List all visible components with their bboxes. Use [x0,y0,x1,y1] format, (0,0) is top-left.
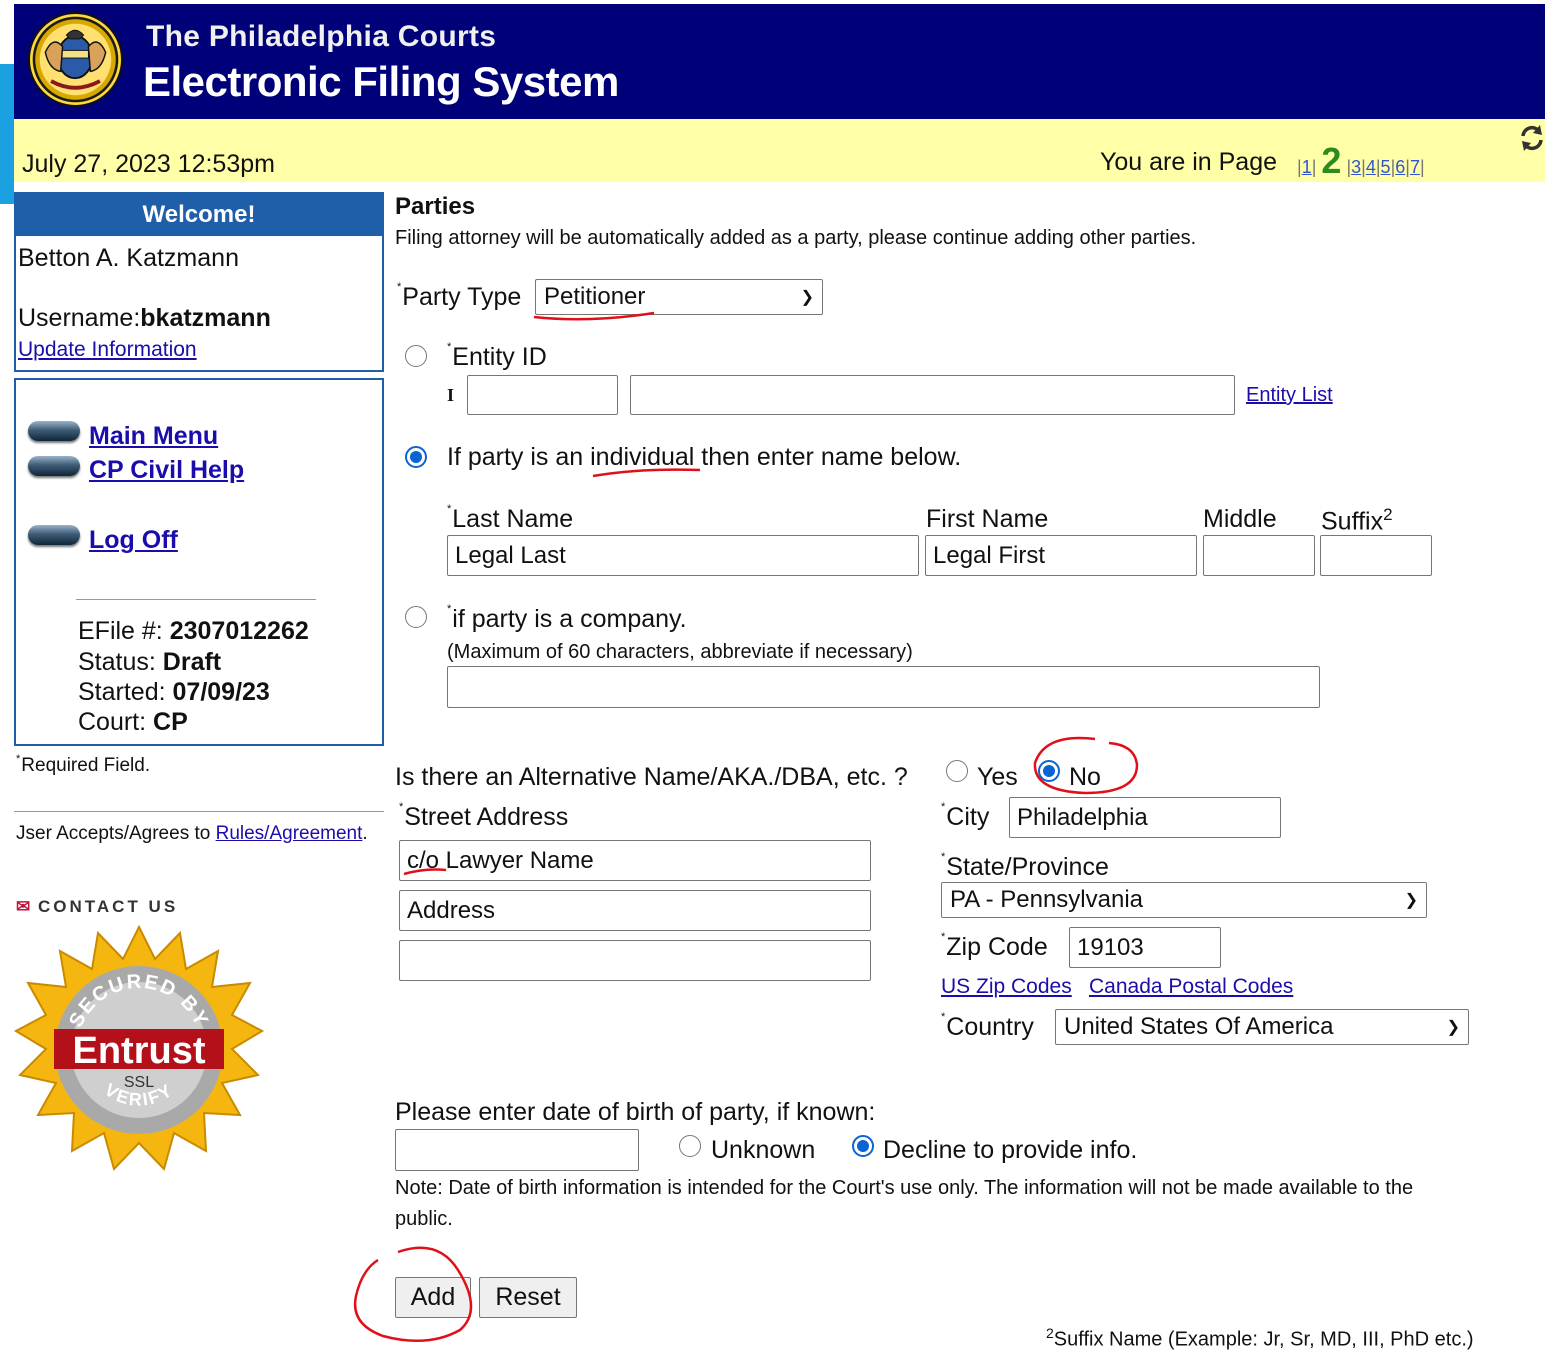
required-field-note: *Required Field. [16,753,151,776]
svg-text:Entrust: Entrust [73,1030,206,1072]
svg-text:SSL: SSL [124,1074,154,1091]
annotation-underline [592,468,701,478]
chevron-down-icon: ❯ [1446,1019,1460,1036]
middle-name-input[interactable] [1203,535,1315,576]
annotation-circle [1033,736,1139,795]
section-title: Parties [395,193,476,220]
page-link-1[interactable]: 1 [1302,157,1312,177]
dob-decline-radio[interactable] [852,1135,874,1157]
page-current: 2 [1321,140,1342,181]
reset-button[interactable]: Reset [479,1277,577,1318]
update-information-link[interactable]: Update Information [18,338,197,362]
company-label: *if party is a company. [447,603,687,633]
efile-court: Court: CP [78,708,188,736]
entity-prefix: I [447,385,455,405]
annotation-circle [353,1246,473,1343]
alt-name-question: Is there an Alternative Name/AKA./DBA, e… [395,763,908,791]
divider [76,599,316,600]
zip-input[interactable]: 19103 [1069,927,1221,968]
company-name-input[interactable] [447,666,1320,708]
suffix-input[interactable] [1320,535,1432,576]
chevron-down-icon: ❯ [1404,892,1418,909]
dob-input[interactable] [395,1129,639,1171]
alt-name-yes-label: Yes [977,763,1018,791]
rules-agreement-link[interactable]: Rules/Agreement [216,823,363,844]
section-note: Filing attorney will be automatically ad… [395,227,1197,249]
dob-note-line2: public. [395,1208,453,1230]
street-address-line1[interactable]: c/o Lawyer Name [399,840,871,881]
divider [14,811,384,812]
page-link-7[interactable]: 7 [1410,157,1420,177]
us-zip-codes-link[interactable]: US Zip Codes [941,975,1072,999]
welcome-heading: Welcome! [16,194,382,236]
entity-name-input[interactable] [630,375,1235,415]
street-address-line3[interactable] [399,940,871,981]
country-label: *Country [941,1011,1034,1041]
refresh-icon[interactable] [1519,124,1545,152]
header-title: Electronic Filing System [143,58,619,105]
last-name-input[interactable]: Legal Last [447,535,919,576]
court-seal-logo [28,12,123,107]
entity-id-radio[interactable] [405,345,427,367]
efile-status: Status: Draft [78,648,222,676]
state-select[interactable]: PA - Pennsylvania ❯ [941,882,1427,918]
page-link-6[interactable]: 6 [1395,157,1405,177]
party-type-label: *Party Type [397,281,522,311]
page-link-5[interactable]: 5 [1381,157,1391,177]
dob-decline-label: Decline to provide info. [883,1136,1138,1164]
suffix-footnote: 2Suffix Name (Example: Jr, Sr, MD, III, … [1046,1325,1474,1351]
canada-postal-codes-link[interactable]: Canada Postal Codes [1089,975,1293,999]
agreement-notice: Jser Accepts/Agrees to Rules/Agreement. [16,823,368,844]
dob-unknown-radio[interactable] [679,1135,701,1157]
log-off-link[interactable]: Log Off [89,526,178,555]
annotation-underline [533,311,655,321]
company-radio[interactable] [405,606,427,628]
logoff-button-icon[interactable] [28,525,80,545]
current-datetime: July 27, 2023 12:53pm [22,150,275,178]
alt-name-yes-radio[interactable] [946,760,968,782]
contact-us-link[interactable]: ✉ CONTACT US [16,897,178,917]
main-menu-button-icon[interactable] [28,421,80,441]
page-link-3[interactable]: 3 [1351,157,1361,177]
dob-label: Please enter date of birth of party, if … [395,1098,876,1126]
page-navigation: |1| 2 |3|4|5|6|7| [1297,140,1425,181]
header-subtitle: The Philadelphia Courts [146,20,497,53]
annotation-underline [403,868,447,876]
middle-label: Middle [1203,505,1277,533]
envelope-icon: ✉ [16,897,31,916]
page-indicator-label: You are in Page [1100,148,1278,176]
username-label: Username: [18,304,141,332]
zip-label: *Zip Code [941,931,1048,961]
street-address-label: *Street Address [399,801,569,831]
user-full-name: Betton A. Katzmann [18,244,239,272]
street-address-line2[interactable]: Address [399,890,871,931]
cp-civil-help-link[interactable]: CP Civil Help [89,456,244,485]
dob-note-line1: Note: Date of birth information is inten… [395,1177,1414,1199]
help-button-icon[interactable] [28,456,80,476]
chevron-down-icon: ❯ [800,289,814,306]
individual-radio[interactable] [405,446,427,468]
city-label: *City [941,801,990,831]
efile-started: Started: 07/09/23 [78,678,270,706]
entity-id-input[interactable] [467,375,618,415]
last-name-label: *Last Name [447,503,574,533]
entity-list-link[interactable]: Entity List [1246,384,1333,407]
state-label: *State/Province [941,851,1109,881]
first-name-input[interactable]: Legal First [925,535,1197,576]
country-select[interactable]: United States Of America ❯ [1055,1009,1469,1045]
company-note: (Maximum of 60 characters, abbreviate if… [447,641,913,663]
city-input[interactable]: Philadelphia [1009,797,1281,838]
first-name-label: First Name [926,505,1049,533]
username-line: Username:bkatzmann [18,304,271,333]
efile-number: EFile #: 2307012262 [78,617,309,645]
entity-id-label: *Entity ID [447,341,547,371]
window-edge-strip [0,64,14,204]
page-link-4[interactable]: 4 [1366,157,1376,177]
username-value: bkatzmann [140,304,271,332]
dob-unknown-label: Unknown [711,1136,816,1164]
entrust-ssl-seal[interactable]: SECURED BY VERIFY Entrust SSL [13,924,265,1175]
suffix-label: Suffix2 [1321,505,1393,536]
main-menu-link[interactable]: Main Menu [89,422,218,451]
